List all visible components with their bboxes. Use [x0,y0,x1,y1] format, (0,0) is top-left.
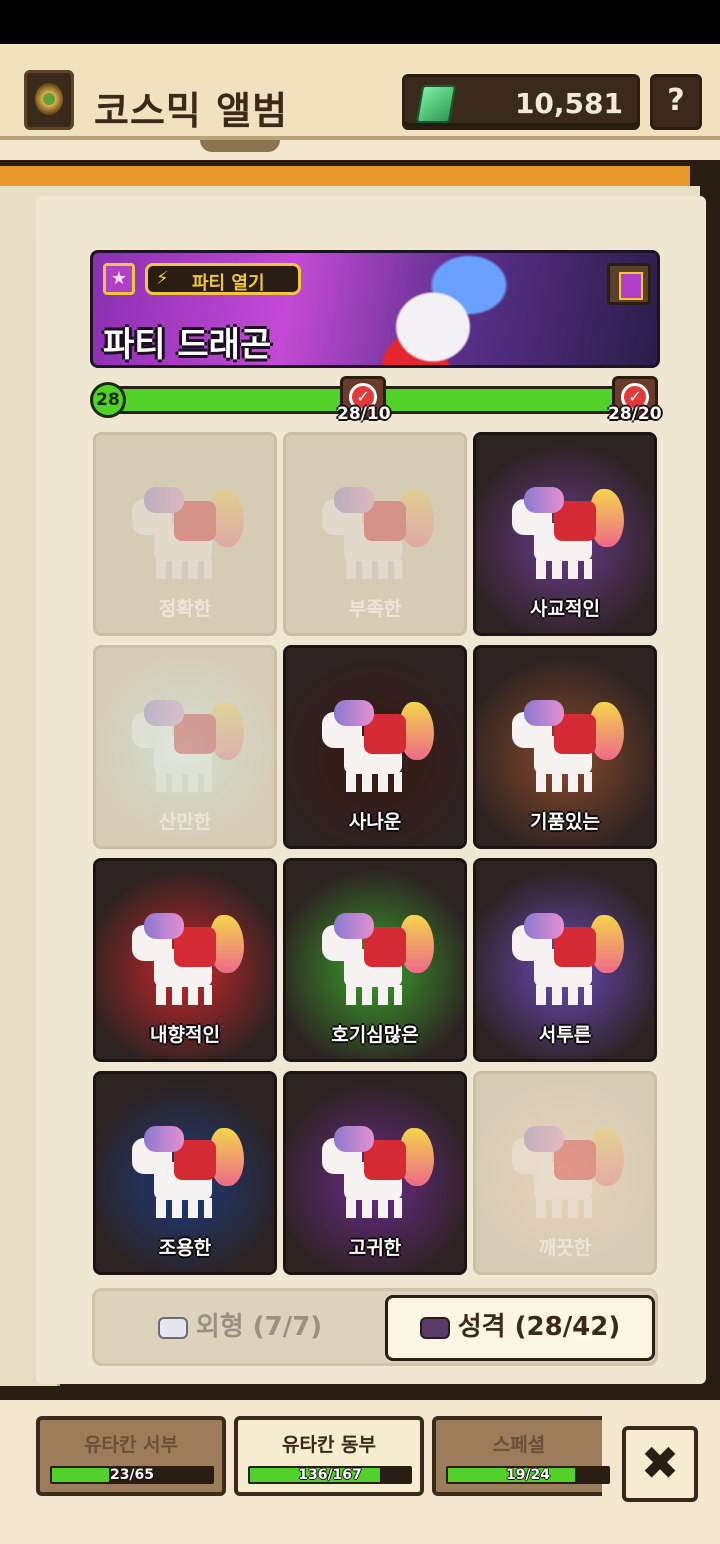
personality-card[interactable]: 기품있는 [473,645,657,849]
help-button[interactable]: ? [650,74,702,130]
personality-card[interactable]: 깨끗한 [473,1071,657,1275]
dragon-pet-icon [132,481,244,593]
region-tab[interactable]: 유타칸 서부 23/65 [36,1416,226,1496]
collection-banner: ★ ⚡ 파티 열기 파티 드래곤 [90,250,660,368]
personality-card[interactable]: 산만한 [93,645,277,849]
personality-card[interactable]: 내향적인 [93,858,277,1062]
currency-display[interactable]: 10,581 [402,74,640,130]
region-tab[interactable]: 유타칸 동부 136/167 [234,1416,424,1496]
tab-appearance[interactable]: 외형 (7/7) [95,1291,385,1363]
card-label: 부족한 [348,598,402,620]
milestone-label-2: 28/20 [608,404,662,424]
card-label: 내향적인 [150,1024,220,1046]
page-title: 코스믹 앨범 [94,89,289,133]
dragon-pet-icon [322,481,434,593]
party-dragon-art [343,253,523,365]
region-progress-bar: 19/24 [446,1466,610,1484]
region-count: 19/24 [505,1467,551,1483]
personality-card[interactable]: 조용한 [93,1071,277,1275]
personality-card[interactable]: 사나운 [283,645,467,849]
card-label: 기품있는 [530,811,600,833]
dragon-pet-icon [512,907,624,1019]
milestone-label-1: 28/10 [337,404,391,424]
appearance-mask-icon [157,1316,188,1339]
crystal-gem-icon [415,85,457,123]
dragon-pet-icon [322,1120,434,1232]
book-edge [0,166,690,188]
card-label: 산만한 [158,811,212,833]
card-label: 고귀한 [348,1237,402,1259]
personality-card[interactable]: 호기심많은 [283,858,467,1062]
currency-value: 10,581 [514,87,623,120]
tab-personality-label: 성격 (28/42) [457,1312,621,1342]
banner-tag: ⚡ 파티 열기 [145,263,301,295]
region-progress-bar: 23/65 [50,1466,214,1484]
card-label: 호기심많은 [331,1024,419,1046]
banner-tag-label: 파티 열기 [192,273,265,294]
region-name: 유타칸 서부 [83,1434,178,1456]
region-name: 스페셜 [492,1434,546,1456]
tab-appearance-label: 외형 (7/7) [195,1312,323,1342]
card-label: 사나운 [348,811,402,833]
dragon-pet-icon [322,907,434,1019]
dragon-pet-icon [132,907,244,1019]
lightning-icon: ⚡ [156,268,169,289]
tab-personality[interactable]: 성격 (28/42) [385,1295,655,1361]
personality-card[interactable]: 사교적인 [473,432,657,636]
personality-mask-icon [419,1316,450,1339]
card-label: 사교적인 [530,598,600,620]
dragon-pet-icon [512,694,624,806]
star-badge-icon: ★ [103,263,135,295]
album-book-icon [24,70,74,130]
dragon-pet-icon [322,694,434,806]
region-tab[interactable]: 스페셜 19/24 [432,1416,610,1496]
personality-card[interactable]: 서투른 [473,858,657,1062]
personality-card[interactable]: 고귀한 [283,1071,467,1275]
region-count: 136/167 [298,1467,362,1483]
header-notch [200,140,280,152]
view-toggle: 외형 (7/7) 성격 (28/42) [92,1288,658,1366]
codex-book-button[interactable] [607,263,651,305]
card-label: 서투른 [538,1024,592,1046]
banner-title: 파티 드래곤 [103,325,272,365]
app-header: 코스믹 앨범 10,581 ? [0,44,720,140]
progress-current-count: 28 [90,382,126,418]
dragon-pet-icon [512,1120,624,1232]
dragon-pet-icon [132,1120,244,1232]
close-button[interactable]: ✖ [622,1426,698,1502]
region-count: 23/65 [109,1467,155,1483]
card-label: 깨끗한 [538,1237,592,1259]
dragon-pet-icon [512,481,624,593]
personality-card[interactable]: 정확한 [93,432,277,636]
card-label: 조용한 [158,1237,212,1259]
status-bar [0,0,720,44]
personality-card-grid: 정확한 부족한 사교적인산만한 사나운 기품있는내향적인 호기심많은 서투른조용한 고귀한 깨끗… [93,432,659,1275]
region-name: 유타칸 동부 [281,1434,376,1456]
card-label: 정확한 [158,598,212,620]
dragon-pet-icon [132,694,244,806]
region-progress-bar: 136/167 [248,1466,412,1484]
personality-card[interactable]: 부족한 [283,432,467,636]
